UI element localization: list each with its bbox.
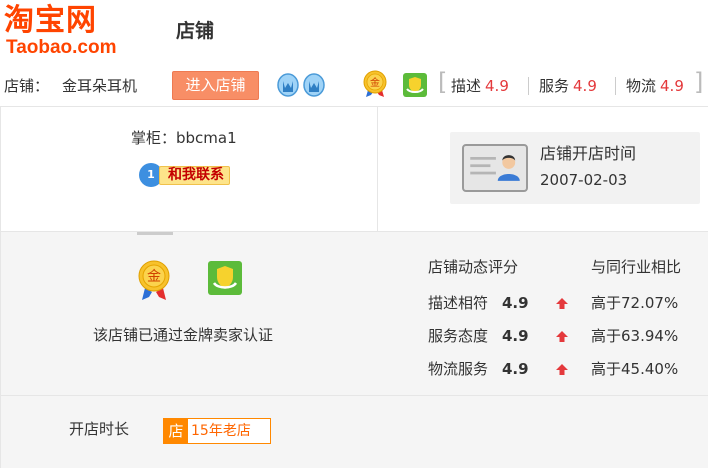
opened-box: 店铺开店时间 2007-02-03	[450, 132, 700, 204]
gold-seller-icon: 金	[138, 260, 170, 300]
enter-shop-button[interactable]: 进入店铺	[172, 71, 259, 100]
gold-icon-char: 金	[147, 269, 161, 285]
dsr-value: 4.9	[502, 294, 529, 312]
gold-icon-char: 金	[370, 76, 380, 89]
dsr-row: 服务态度 4.9 高于63.94%	[428, 325, 708, 349]
dsr-label: 物流服务	[428, 360, 489, 378]
shield-icon	[403, 73, 427, 97]
up-arrow-icon	[556, 298, 568, 309]
dsr-label: 描述相符	[428, 294, 489, 312]
shop-age-panel: 开店时长 店 15年老店	[1, 395, 708, 468]
shop-badge-icon: 店	[164, 419, 188, 443]
bracket-left: [	[438, 68, 448, 96]
divider	[615, 77, 616, 95]
dsr-compare: 高于45.40%	[591, 360, 679, 378]
opened-label: 店铺开店时间	[540, 144, 637, 163]
shop-label: 店铺：	[4, 77, 50, 95]
contact-me-label: 和我联系	[159, 166, 230, 185]
dsr-value: 4.9	[502, 360, 529, 378]
tab-indicator	[137, 232, 173, 235]
shop-card: 掌柜：bbcma1 1 和我联系 店铺开店时间 2007-02-03 金 该店铺…	[0, 106, 708, 468]
cert-text: 该店铺已通过金牌卖家认证	[93, 326, 274, 344]
bracket-right: ]	[694, 68, 704, 96]
header: 淘宝网 Taobao.com 店铺	[0, 0, 708, 66]
gold-seller-icon: 金	[363, 70, 387, 97]
up-arrow-icon	[556, 364, 568, 375]
crown-icon	[303, 73, 325, 97]
rating-service: 服务 4.9	[539, 77, 597, 95]
keeper-label: 掌柜：bbcma1	[131, 129, 237, 147]
dsr-compare: 高于63.94%	[591, 327, 679, 345]
page-title: 店铺	[176, 20, 215, 42]
opened-panel: 店铺开店时间 2007-02-03	[377, 107, 708, 231]
opened-date: 2007-02-03	[540, 171, 628, 189]
dsr-row: 物流服务 4.9 高于45.40%	[428, 358, 708, 382]
dsr-row: 描述相符 4.9 高于72.07%	[428, 292, 708, 316]
logo-en-text: Taobao.com	[6, 37, 117, 58]
shop-name[interactable]: 金耳朵耳机	[62, 75, 137, 97]
shop-age-badge: 店 15年老店	[163, 418, 271, 444]
rating-panel: 金 该店铺已通过金牌卖家认证 店铺动态评分 与同行业相比 描述相符 4.9 高于…	[1, 231, 708, 395]
dsr-compare: 高于72.07%	[591, 294, 679, 312]
shop-age-text: 15年老店	[191, 423, 251, 439]
logo-cn-text: 淘宝网	[4, 3, 97, 38]
rating-logistics: 物流 4.9	[626, 77, 684, 95]
dsr-value: 4.9	[502, 327, 529, 345]
contact-me-button[interactable]: 1 和我联系	[139, 163, 241, 187]
rating-describe: 描述 4.9	[451, 77, 509, 95]
id-card-icon	[462, 144, 528, 192]
up-arrow-icon	[556, 331, 568, 342]
shop-age-label: 开店时长	[69, 420, 130, 438]
taobao-logo[interactable]: 淘宝网 Taobao.com	[4, 4, 142, 60]
divider	[528, 77, 529, 95]
shield-icon	[208, 261, 242, 295]
dsr-heading: 店铺动态评分	[428, 258, 519, 276]
crown-icon	[277, 73, 299, 97]
compare-heading: 与同行业相比	[591, 258, 682, 276]
keeper-panel: 掌柜：bbcma1 1 和我联系	[1, 107, 377, 231]
shop-info-row: 店铺： 金耳朵耳机 进入店铺 金 [ 描述 4.9 服务 4.9 物流 4.9 ]	[0, 66, 708, 106]
dsr-label: 服务态度	[428, 327, 489, 345]
